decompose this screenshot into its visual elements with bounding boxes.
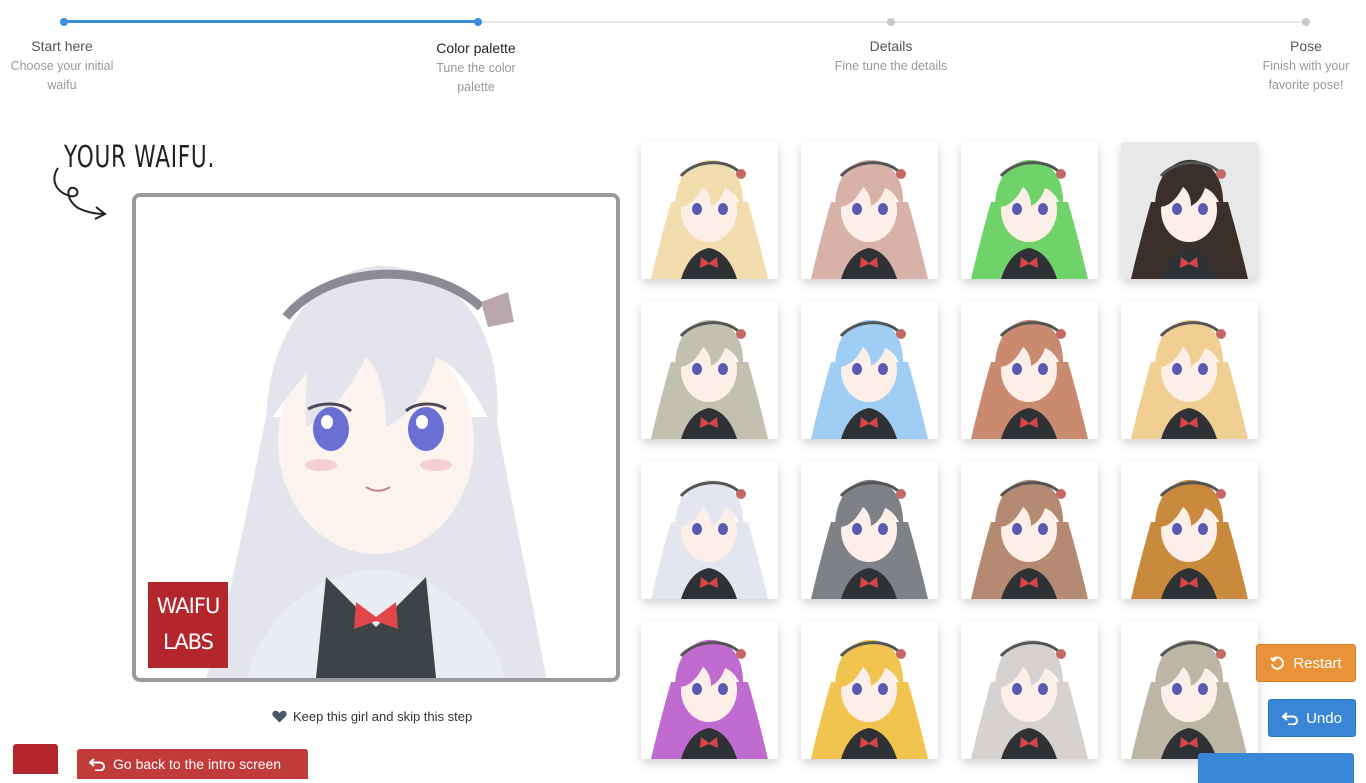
- step-color-palette[interactable]: Color palette Tune the color palette: [406, 38, 546, 97]
- palette-option-10[interactable]: [801, 462, 938, 599]
- waifu-thumbnail: [801, 302, 938, 439]
- waifu-thumbnail: [961, 302, 1098, 439]
- step-title: Details: [869, 38, 913, 54]
- back-arrow-icon: [89, 758, 105, 771]
- palette-option-5[interactable]: [641, 302, 778, 439]
- undo-button[interactable]: Undo: [1268, 699, 1356, 737]
- next-step-button[interactable]: [1198, 753, 1354, 783]
- palette-option-13[interactable]: [641, 622, 778, 759]
- palette-option-2[interactable]: [801, 142, 938, 279]
- waifu-thumbnail: [1121, 462, 1258, 599]
- waifu-thumbnail: [801, 142, 938, 279]
- waifu-thumbnail: [1121, 622, 1258, 759]
- step-desc: Finish with your favorite pose!: [1262, 59, 1350, 92]
- palette-option-8[interactable]: [1121, 302, 1258, 439]
- palette-option-3[interactable]: [961, 142, 1098, 279]
- stepper-track-completed: [64, 20, 478, 23]
- palette-option-15[interactable]: [961, 622, 1098, 759]
- step-title: Pose: [1290, 38, 1322, 54]
- step-dot-2[interactable]: [474, 18, 482, 26]
- step-dot-1[interactable]: [60, 18, 68, 26]
- waifu-thumbnail: [961, 462, 1098, 599]
- restart-label: Restart: [1293, 654, 1342, 672]
- waifu-thumbnail: [641, 302, 778, 439]
- step-title: Start here: [31, 38, 93, 54]
- step-desc: Fine tune the details: [834, 59, 948, 73]
- step-desc: Choose your initial waifu: [10, 59, 114, 92]
- step-start-here[interactable]: Start here Choose your initial waifu: [0, 36, 132, 95]
- waifu-thumbnail: [961, 622, 1098, 759]
- undo-icon: [1282, 712, 1299, 725]
- undo-label: Undo: [1306, 709, 1342, 727]
- curly-arrow-icon: [53, 167, 107, 220]
- main-waifu-portrait: WAIFU LABS: [132, 193, 620, 682]
- waifu-thumbnail: [641, 622, 778, 759]
- waifu-thumbnail: [1121, 302, 1258, 439]
- waifu-labs-logo: WAIFU LABS: [148, 582, 228, 668]
- step-title: Color palette: [436, 40, 516, 56]
- waifu-thumbnail: [641, 462, 778, 599]
- logo-line-2: LABS: [163, 630, 214, 654]
- waifu-thumbnail: [641, 142, 778, 279]
- waifu-thumbnail: [801, 462, 938, 599]
- palette-option-11[interactable]: [961, 462, 1098, 599]
- palette-option-9[interactable]: [641, 462, 778, 599]
- palette-option-6[interactable]: [801, 302, 938, 439]
- heart-icon: [272, 710, 287, 723]
- keep-label: Keep this girl and skip this step: [293, 709, 473, 724]
- palette-option-14[interactable]: [801, 622, 938, 759]
- step-dot-3[interactable]: [887, 18, 895, 26]
- step-desc: Tune the color palette: [436, 61, 516, 94]
- palette-option-16[interactable]: [1121, 622, 1258, 759]
- waifu-thumbnail: [961, 142, 1098, 279]
- restart-icon: [1270, 656, 1285, 670]
- waifu-labs-corner-logo[interactable]: [13, 744, 58, 774]
- step-details[interactable]: Details Fine tune the details: [821, 36, 961, 76]
- back-label: Go back to the intro screen: [113, 756, 282, 772]
- keep-and-skip-link[interactable]: Keep this girl and skip this step: [272, 709, 472, 724]
- waifu-thumbnail: [801, 622, 938, 759]
- step-pose[interactable]: Pose Finish with your favorite pose!: [1236, 36, 1366, 95]
- waifu-thumbnail: [1121, 142, 1258, 279]
- palette-option-1[interactable]: [641, 142, 778, 279]
- logo-line-1: WAIFU: [156, 594, 221, 618]
- palette-option-4[interactable]: [1121, 142, 1258, 279]
- step-dot-4[interactable]: [1302, 18, 1310, 26]
- palette-option-12[interactable]: [1121, 462, 1258, 599]
- go-back-intro-button[interactable]: Go back to the intro screen: [77, 749, 308, 779]
- palette-option-7[interactable]: [961, 302, 1098, 439]
- restart-button[interactable]: Restart: [1256, 644, 1356, 682]
